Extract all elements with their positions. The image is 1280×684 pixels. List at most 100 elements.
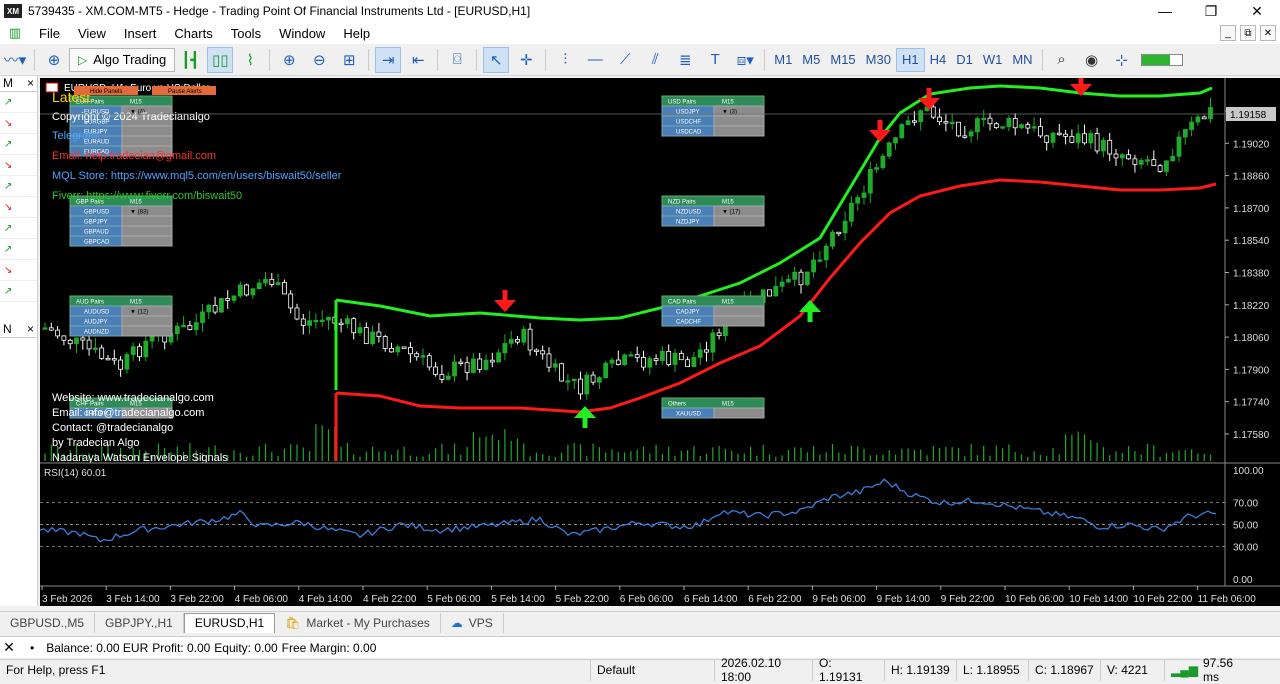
menu-charts[interactable]: Charts [165,26,221,41]
arrow-head [869,130,891,142]
candle-body [1044,135,1050,143]
candle-body [811,259,816,273]
grid-icon[interactable]: ⊞ [336,47,362,73]
market-row[interactable]: ↗ [0,239,37,260]
vertical-line-icon[interactable]: ⫶ [552,47,578,73]
minimize-button[interactable]: — [1142,0,1188,22]
market-row[interactable]: ↗ [0,176,37,197]
candle-body [968,131,974,137]
maximize-button[interactable]: ❐ [1188,0,1234,22]
timeframe-h1[interactable]: H1 [895,47,925,72]
window-controls: — ❐ ✕ [1142,0,1280,22]
menu-view[interactable]: View [69,26,115,41]
time-tick-label: 3 Feb 22:00 [170,594,224,605]
algo-trading-button[interactable]: ▷ Algo Trading [69,47,176,72]
text-icon[interactable]: T [702,47,728,73]
timeframe-m1[interactable]: M1 [769,48,797,72]
timeframe-d1[interactable]: D1 [951,48,978,72]
zoom-in-icon[interactable]: ⊕ [276,47,302,73]
account-icon[interactable]: ◉ [1079,47,1105,73]
timeframe-mn[interactable]: MN [1007,48,1037,72]
candle-body [1088,133,1094,144]
navigator-header[interactable]: N × [0,322,37,338]
screenshot-icon[interactable]: ⌼ [444,47,470,73]
menu-insert[interactable]: Insert [115,26,166,41]
candle-body [508,339,514,344]
candle-body [426,355,432,368]
chart-shift-icon[interactable]: ⇤ [405,47,431,73]
timeframe-m15[interactable]: M15 [825,48,860,72]
pair-panel: GBP Pairs M15GBPUSD ▼ (83)GBPJPYGBPAUDGBPC… [69,195,173,247]
zoom-out-icon[interactable]: ⊖ [306,47,332,73]
candle-body [905,120,911,125]
market-row[interactable]: ↘ [0,197,37,218]
market-row[interactable]: ↘ [0,155,37,176]
panel-signal-cell [121,325,173,337]
tab-vps[interactable]: ☁ VPS [441,612,504,633]
cursor-icon[interactable]: ↖ [483,46,510,73]
market-row[interactable]: ↘ [0,113,37,134]
auto-scroll-icon[interactable]: ⇥ [375,46,402,73]
market-row[interactable]: ↗ [0,218,37,239]
market-row[interactable]: ↗ [0,134,37,155]
candle-body [225,298,231,301]
candle-body [867,168,873,194]
chart-area[interactable]: EUR Pairs M15 EURUSD ▼ (4) EURGBP EURJPY EURAU… [39,74,1280,606]
candle-body [773,286,779,297]
bar-chart-icon[interactable]: ┃┫ [177,47,203,73]
candle-body [489,359,495,363]
timeframe-w1[interactable]: W1 [978,48,1008,72]
line-chart-icon[interactable]: ⌇ [237,47,263,73]
candle-body [1000,126,1005,129]
panel-title: NZD Pairs [668,200,696,206]
market-row[interactable]: ↗ [0,92,37,113]
close-toolbox-icon[interactable]: ✕ [0,639,18,656]
channel-icon[interactable]: ⫽ [642,47,668,73]
time-tick-label: 3 Feb 2026 [42,594,93,605]
menu-tools[interactable]: Tools [222,26,270,41]
shapes-icon[interactable]: ⧈▾ [732,47,758,73]
close-button[interactable]: ✕ [1234,0,1280,22]
timeframe-m30[interactable]: M30 [861,48,896,72]
candle-body [1195,116,1201,123]
panel-signal-cell [713,407,765,419]
time-tick-label: 4 Feb 14:00 [299,594,353,605]
buy-arrow [799,300,821,322]
profile-name[interactable]: Default [590,659,714,681]
fibonacci-icon[interactable]: ≣ [672,47,698,73]
tab-eurusd[interactable]: EURUSD,H1 [183,612,276,633]
connection-bar [1140,53,1183,66]
tab-gbpusd[interactable]: GBPUSD.,M5 [0,612,96,633]
market-row[interactable]: ↘ [0,260,37,281]
tab-gbpjpy[interactable]: GBPJPY.,H1 [95,612,184,633]
candle-body [1145,159,1150,162]
price-tick-label: 1.18860 [1233,172,1270,183]
chart-type-icon[interactable]: 〰▾ [2,47,28,73]
market-row[interactable]: ↗ [0,281,37,302]
child-restore-button[interactable]: ⧉ [1240,25,1256,41]
pair-panel: NZD Pairs M15 NZDUSD ▼ (17) NZDJPY [661,195,765,227]
timeframe-m5[interactable]: M5 [797,48,825,72]
chart-canvas[interactable]: EUR Pairs M15EURUSD ▼ (4)EURGBPEURJPYEURAU… [39,74,1280,606]
price-tick-label: 1.19020 [1233,139,1270,150]
market-watch-header[interactable]: M × [0,76,37,92]
candlestick-icon[interactable]: ▯▯ [207,46,234,73]
panel-signal-cell [121,225,173,237]
trend-line-icon[interactable]: ⟋ [612,47,638,73]
price-tick-label: 1.18060 [1233,333,1270,344]
horizontal-line-icon[interactable]: — [582,47,608,73]
tab-market[interactable]: 🛍 Market - My Purchases [275,612,441,633]
child-minimize-button[interactable]: _ [1220,25,1236,41]
candle-body [855,197,861,204]
crosshair-icon[interactable]: ✛ [513,47,539,73]
timeframe-h4[interactable]: H4 [925,48,952,72]
child-close-button[interactable]: ✕ [1260,25,1276,41]
add-symbol-icon[interactable]: ⊕ [41,47,67,73]
panel-row-label: AUDNZD [84,330,110,336]
menu-help[interactable]: Help [334,26,379,41]
menu-file[interactable]: File [30,26,69,41]
menu-window[interactable]: Window [270,26,334,41]
candle-body [962,135,968,138]
search-icon[interactable]: ⌕ [1049,47,1075,73]
candle-body [1182,129,1188,138]
